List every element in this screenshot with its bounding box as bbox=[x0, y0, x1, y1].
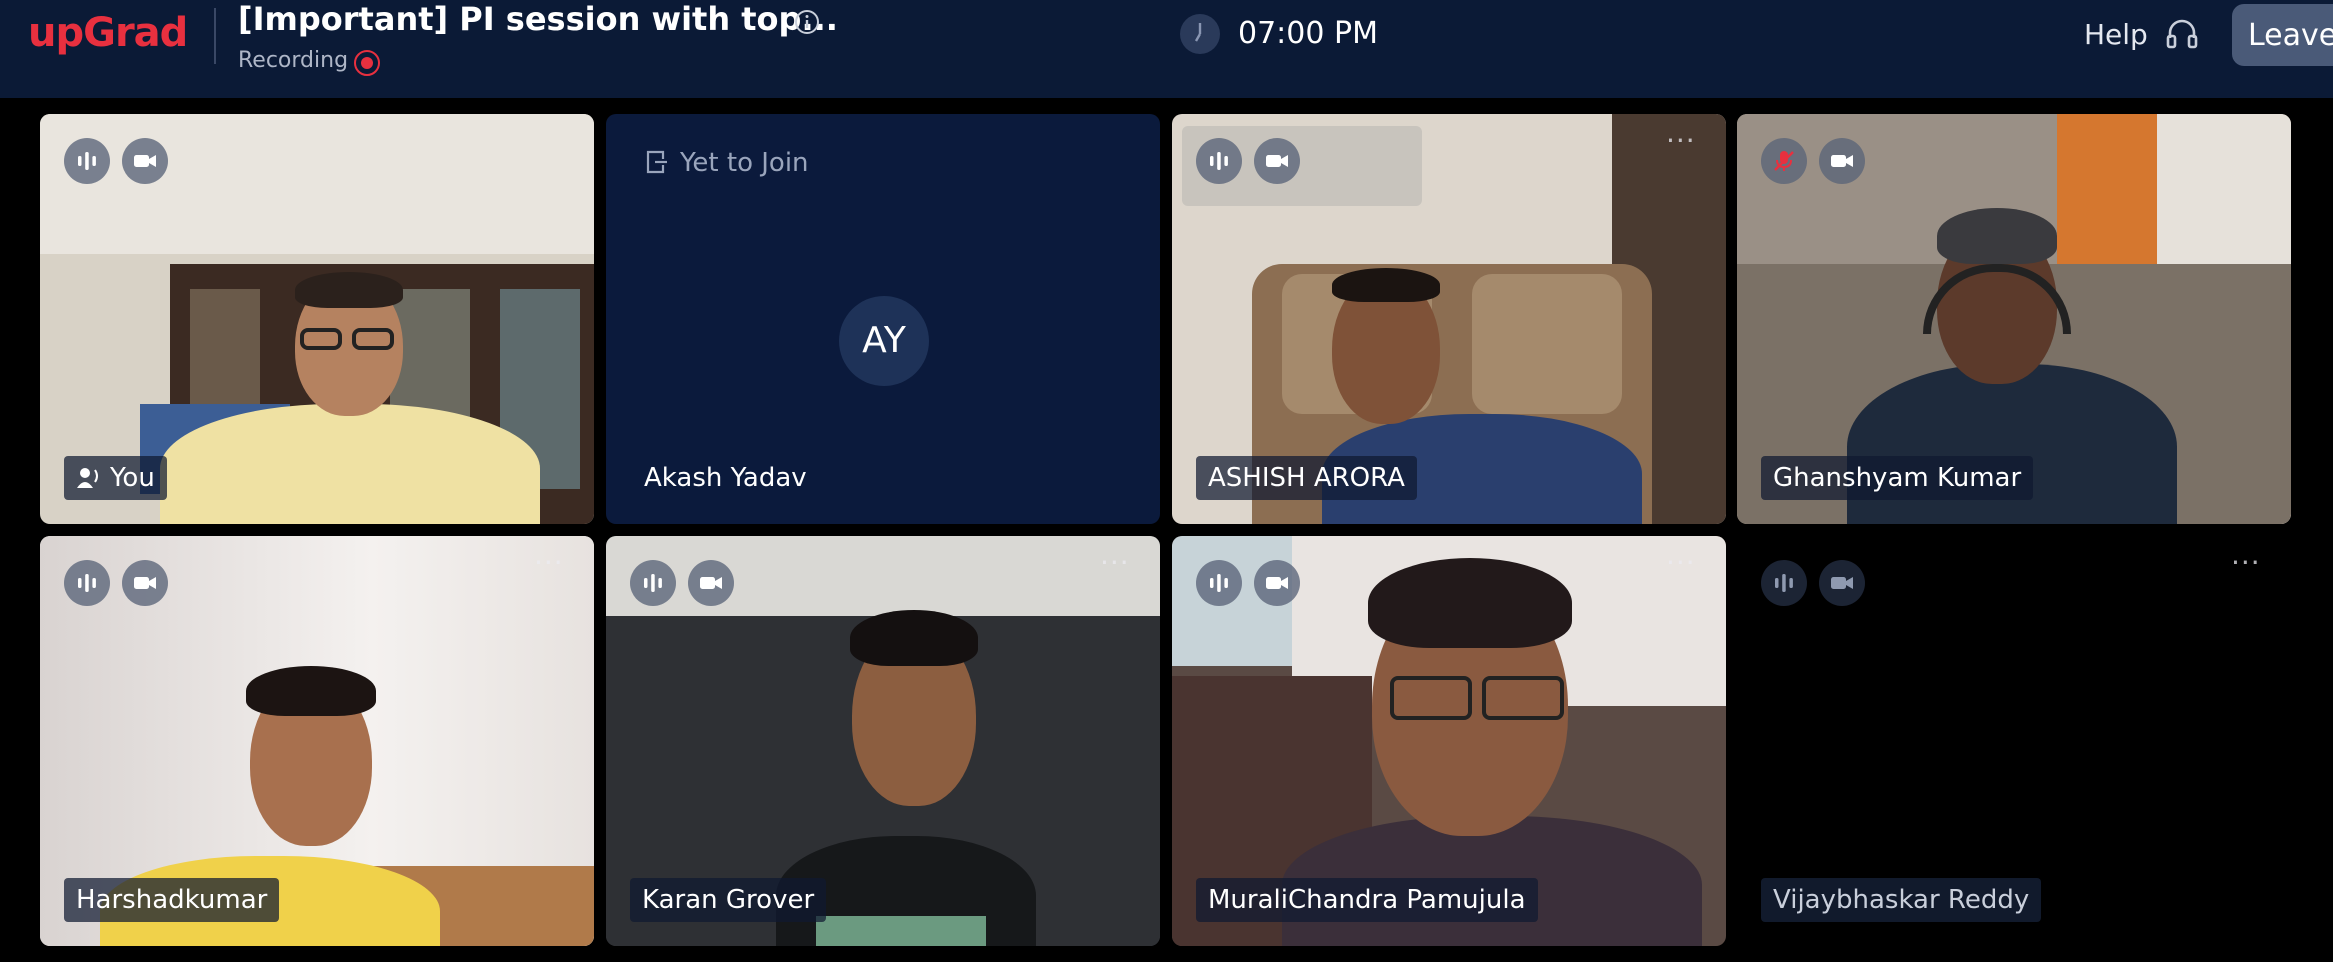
participant-tile-akash-yadav[interactable]: Yet to Join AY Akash Yadav bbox=[606, 114, 1160, 524]
mic-icon[interactable] bbox=[1761, 560, 1807, 606]
more-icon[interactable]: ··· bbox=[1100, 549, 1136, 578]
clock-icon bbox=[1180, 14, 1220, 54]
header-divider bbox=[214, 8, 216, 64]
participant-tile-karan-grover[interactable]: ··· Karan Grover bbox=[606, 536, 1160, 946]
mic-icon[interactable] bbox=[64, 560, 110, 606]
mic-muted-icon[interactable] bbox=[1761, 138, 1807, 184]
join-icon bbox=[646, 150, 667, 174]
camera-icon[interactable] bbox=[1254, 560, 1300, 606]
participant-name: ASHISH ARORA bbox=[1196, 456, 1417, 500]
join-status: Yet to Join bbox=[644, 148, 809, 178]
participant-name: You bbox=[64, 456, 167, 500]
recording-status: Recording bbox=[238, 48, 349, 73]
camera-icon[interactable] bbox=[688, 560, 734, 606]
more-icon[interactable]: ··· bbox=[1666, 127, 1702, 156]
camera-icon[interactable] bbox=[122, 560, 168, 606]
speaker-icon bbox=[77, 468, 98, 488]
participant-name: MuraliChandra Pamujula bbox=[1196, 878, 1538, 922]
leave-button[interactable]: Leave bbox=[2232, 4, 2333, 66]
upgrad-logo: upGrad bbox=[28, 10, 188, 56]
mic-icon[interactable] bbox=[630, 560, 676, 606]
participant-name: Harshadkumar bbox=[64, 878, 280, 922]
camera-icon[interactable] bbox=[1819, 138, 1865, 184]
camera-icon[interactable] bbox=[1819, 560, 1865, 606]
join-status-label: Yet to Join bbox=[680, 148, 809, 178]
mic-icon[interactable] bbox=[1196, 560, 1242, 606]
participant-tile-ashish-arora[interactable]: ··· ASHISH ARORA bbox=[1172, 114, 1726, 524]
participant-name: Vijaybhaskar Reddy bbox=[1761, 878, 2042, 922]
more-icon[interactable]: ··· bbox=[534, 549, 570, 578]
camera-icon[interactable] bbox=[122, 138, 168, 184]
more-icon[interactable]: ··· bbox=[2231, 549, 2267, 578]
participant-name: Ghanshyam Kumar bbox=[1761, 456, 2034, 500]
mic-icon[interactable] bbox=[1196, 138, 1242, 184]
participant-tile-harshadkumar[interactable]: ··· Harshadkumar bbox=[40, 536, 594, 946]
session-title: [Important] PI session with top... bbox=[238, 0, 838, 38]
participant-name: Akash Yadav bbox=[644, 463, 807, 493]
help-button[interactable]: Help bbox=[2084, 18, 2148, 51]
meeting-header: upGrad [Important] PI session with top..… bbox=[0, 0, 2333, 98]
participant-name: Karan Grover bbox=[630, 878, 827, 922]
camera-icon[interactable] bbox=[1254, 138, 1300, 184]
headset-icon[interactable] bbox=[2164, 16, 2200, 52]
mic-icon[interactable] bbox=[64, 138, 110, 184]
participant-tile-you[interactable]: You bbox=[40, 114, 594, 524]
session-time: 07:00 PM bbox=[1238, 16, 1378, 51]
participant-name-label: You bbox=[110, 463, 155, 493]
record-icon bbox=[354, 50, 380, 76]
avatar: AY bbox=[839, 296, 929, 386]
info-icon[interactable] bbox=[794, 9, 820, 35]
participant-tile-ghanshyam-kumar[interactable]: Ghanshyam Kumar bbox=[1737, 114, 2291, 524]
participant-tile-vijaybhaskar-reddy[interactable]: ··· Vijaybhaskar Reddy bbox=[1737, 536, 2291, 946]
more-icon[interactable]: ··· bbox=[1666, 549, 1702, 578]
participant-tile-muralichandra-pamujula[interactable]: ··· MuraliChandra Pamujula bbox=[1172, 536, 1726, 946]
